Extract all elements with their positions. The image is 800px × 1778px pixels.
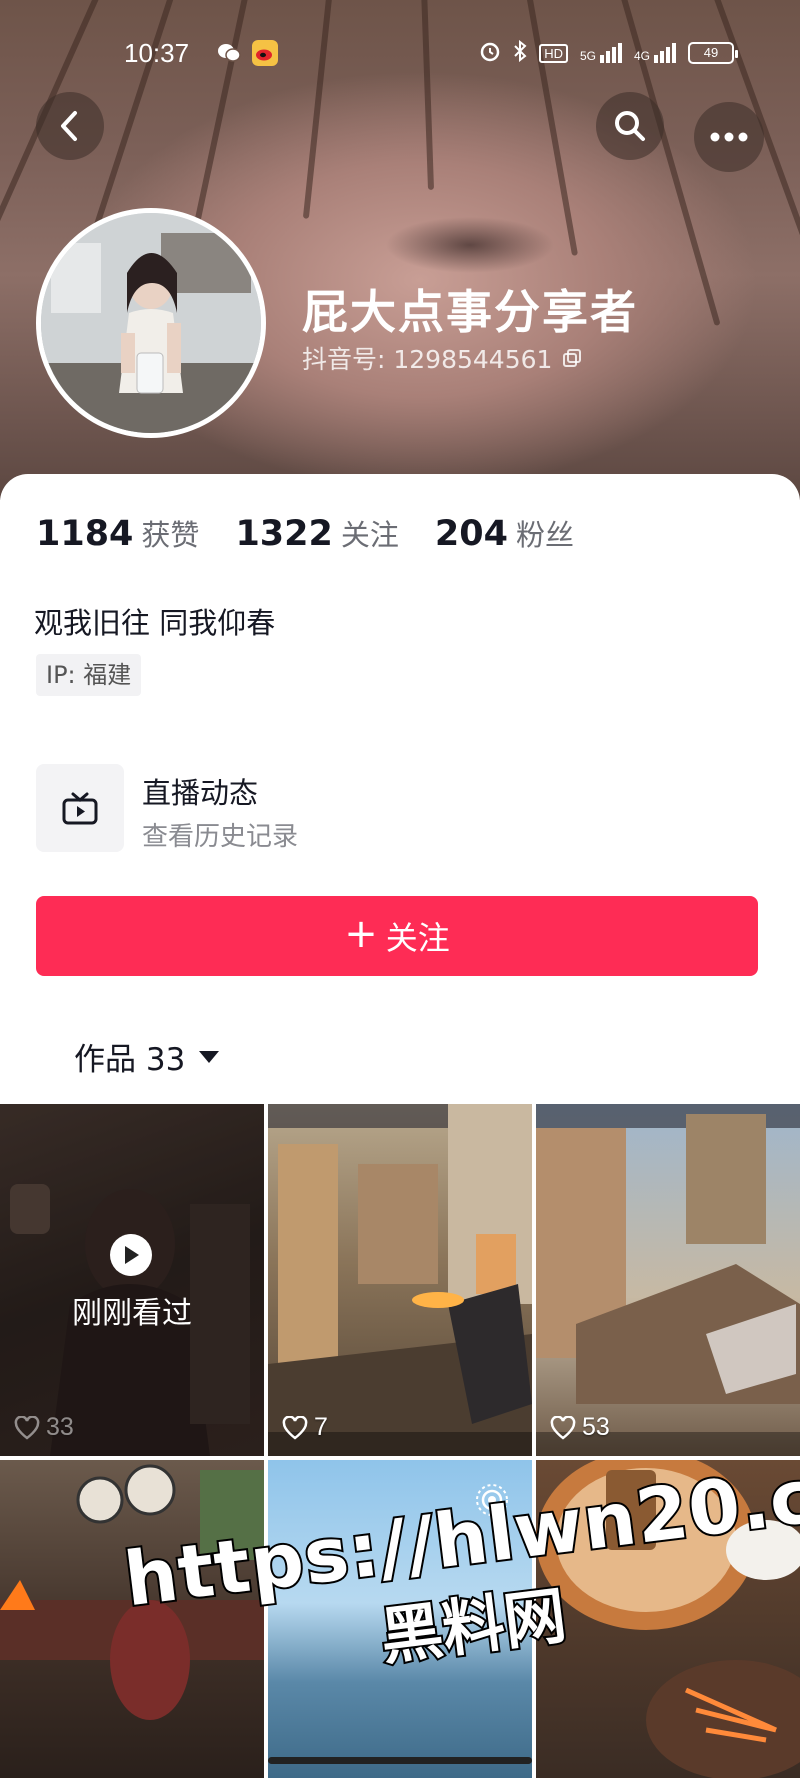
banner-hair bbox=[420, 0, 435, 190]
live-history-title[interactable]: 直播动态 bbox=[142, 770, 258, 812]
heart-icon bbox=[14, 1415, 40, 1440]
tab-works[interactable]: 作品 33 bbox=[74, 1034, 220, 1079]
more-button[interactable] bbox=[694, 102, 764, 172]
avatar-photo bbox=[41, 213, 261, 433]
status-time: 10:37 bbox=[124, 38, 190, 68]
video-thumbnail bbox=[0, 1104, 264, 1456]
bluetooth-icon bbox=[513, 39, 527, 66]
status-right: HD 5G 4G 49 bbox=[479, 39, 738, 66]
recently-viewed-label: 刚刚看过 bbox=[72, 1296, 192, 1331]
like-count-text: 33 bbox=[46, 1413, 74, 1441]
caret-down-icon bbox=[199, 1050, 220, 1063]
bio-text: 观我旧往 同我仰春 bbox=[34, 606, 276, 640]
heart-icon bbox=[550, 1415, 576, 1440]
signal-5g: 5G bbox=[580, 43, 622, 63]
search-button[interactable] bbox=[596, 92, 664, 160]
copy-icon[interactable] bbox=[562, 348, 582, 368]
home-indicator[interactable] bbox=[268, 1757, 532, 1764]
plus-icon: + bbox=[344, 911, 378, 957]
notification-icons bbox=[216, 40, 278, 66]
more-icon bbox=[710, 132, 748, 142]
douyin-id: 抖音号: 1298544561 bbox=[302, 345, 553, 374]
live-history-subtitle[interactable]: 查看历史记录 bbox=[142, 816, 298, 853]
stat-followers[interactable]: 204 粉丝 bbox=[435, 512, 574, 554]
like-count: 7 bbox=[282, 1413, 328, 1442]
play-icon bbox=[125, 1246, 139, 1264]
nickname: 屁大点事分享者 bbox=[302, 285, 638, 339]
stat-label: 获赞 bbox=[141, 518, 200, 552]
stat-number: 1322 bbox=[235, 514, 333, 554]
alarm-icon bbox=[479, 40, 501, 66]
back-icon bbox=[61, 111, 77, 141]
follow-button[interactable]: + 关注 bbox=[36, 896, 758, 976]
weibo-icon bbox=[252, 40, 278, 66]
hd-badge: HD bbox=[539, 43, 568, 63]
status-bar: 10:37 HD 5G 4G 49 bbox=[0, 38, 800, 70]
stat-likes[interactable]: 1184 获赞 bbox=[36, 512, 199, 554]
follow-button-label: 关注 bbox=[385, 919, 450, 957]
like-count-text: 53 bbox=[582, 1413, 610, 1441]
play-button[interactable] bbox=[110, 1234, 152, 1276]
tv-icon bbox=[62, 792, 98, 825]
ip-tag: IP: 福建 bbox=[36, 654, 142, 696]
stats-row: 1184 获赞 1322 关注 204 粉丝 bbox=[36, 512, 610, 554]
video-thumbnail bbox=[268, 1104, 532, 1456]
live-history-icon-box[interactable] bbox=[36, 764, 124, 852]
video-tile[interactable]: 7 bbox=[268, 1104, 532, 1456]
like-count-text: 7 bbox=[314, 1413, 328, 1441]
avatar[interactable] bbox=[36, 208, 266, 438]
video-tile[interactable]: 刚刚看过 33 bbox=[0, 1104, 264, 1456]
video-tile[interactable]: 53 bbox=[536, 1104, 800, 1456]
like-count: 33 bbox=[14, 1413, 74, 1442]
back-button[interactable] bbox=[36, 92, 104, 160]
signal-4g: 4G bbox=[634, 43, 676, 63]
douyin-id-row[interactable]: 抖音号: 1298544561 bbox=[302, 340, 582, 376]
network-5g-label: 5G bbox=[579, 49, 596, 63]
like-count: 53 bbox=[550, 1413, 610, 1442]
stat-number: 204 bbox=[434, 514, 508, 554]
stat-following[interactable]: 1322 关注 bbox=[235, 512, 398, 554]
tab-works-label: 作品 33 bbox=[74, 1042, 186, 1078]
stat-label: 关注 bbox=[340, 518, 399, 552]
search-icon bbox=[615, 111, 645, 141]
network-4g-label: 4G bbox=[633, 49, 650, 63]
stat-number: 1184 bbox=[36, 514, 134, 554]
banner-hair bbox=[302, 0, 336, 219]
video-thumbnail bbox=[536, 1104, 800, 1456]
battery-indicator: 49 bbox=[688, 42, 738, 64]
stat-label: 粉丝 bbox=[515, 518, 574, 552]
heart-icon bbox=[282, 1415, 308, 1440]
wechat-icon bbox=[216, 40, 242, 66]
profile-banner: 10:37 HD 5G 4G 49 屁大点事分享者 抖音号: 129854456… bbox=[0, 0, 800, 500]
